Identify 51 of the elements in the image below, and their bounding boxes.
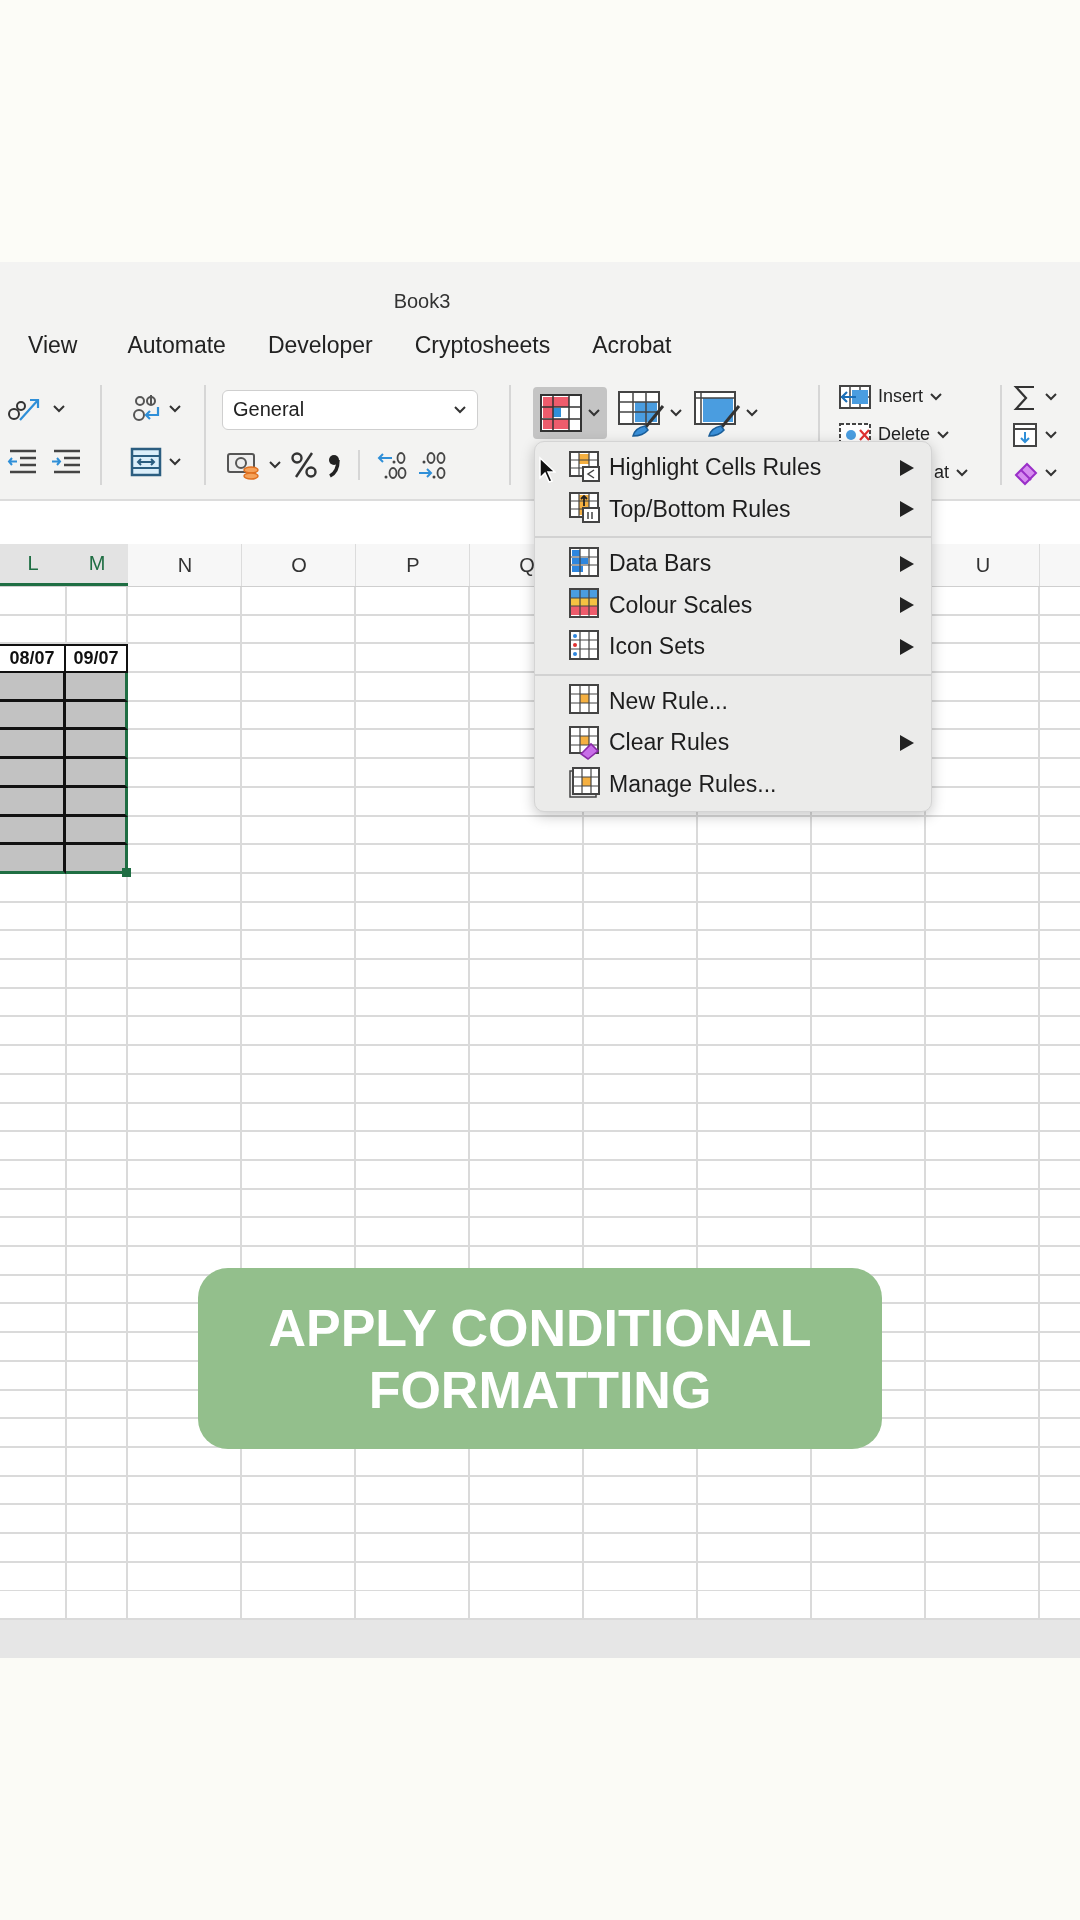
menu-item[interactable]: Manage Rules...	[601, 770, 777, 798]
menu-item[interactable]: Top/Bottom Rules	[601, 495, 791, 523]
cursor-icon	[538, 456, 556, 484]
caret-icon[interactable]	[268, 459, 282, 470]
insert-button[interactable]: Insert	[838, 380, 1000, 413]
table-cell: 08/07	[0, 644, 66, 674]
clear-rules-icon	[569, 725, 601, 760]
column-header[interactable]: L	[0, 544, 66, 586]
ribbon-tab[interactable]: Acrobat	[571, 331, 693, 359]
window-title: Book3	[393, 290, 451, 314]
caret-icon[interactable]	[669, 407, 683, 418]
caret-icon[interactable]	[745, 407, 759, 418]
conditional-formatting-icon	[539, 392, 583, 433]
menu-item[interactable]: Highlight Cells Rules	[601, 454, 822, 482]
decrease-decimal-icon[interactable]	[376, 449, 408, 480]
conditional-formatting-button[interactable]	[533, 386, 607, 439]
percent-icon[interactable]	[290, 449, 318, 480]
caret-icon[interactable]	[929, 391, 944, 402]
column-header[interactable]: P	[356, 544, 470, 586]
column-header[interactable]: N	[128, 544, 242, 586]
ribbon-tab[interactable]: Cryptosheets	[393, 331, 572, 359]
caption-banner: APPLY CONDITIONAL FORMATTING	[198, 1268, 882, 1449]
caret-icon[interactable]	[936, 429, 951, 440]
highlight-rules-icon	[569, 450, 601, 485]
number-format-dropdown[interactable]: General	[222, 389, 478, 430]
merge-cells-icon[interactable]	[130, 446, 162, 477]
insert-cells-icon	[838, 383, 872, 410]
column-header[interactable]: O	[242, 544, 356, 586]
menu-item[interactable]: Icon Sets	[601, 633, 705, 661]
caret-icon[interactable]	[168, 456, 182, 467]
increase-decimal-icon[interactable]	[416, 449, 448, 480]
caret-icon[interactable]	[52, 403, 66, 414]
caret-icon[interactable]	[168, 403, 182, 414]
caret-icon[interactable]	[453, 404, 467, 415]
ribbon-tab[interactable]: Automate	[106, 331, 247, 359]
ribbon-tab[interactable]: Developer	[246, 331, 394, 359]
caret-icon[interactable]	[587, 407, 601, 418]
caret-icon[interactable]	[955, 467, 969, 478]
ribbon-tab[interactable]: View	[26, 331, 99, 359]
caret-icon[interactable]	[1044, 429, 1058, 440]
table-cell: 09/07	[66, 644, 128, 674]
fill-handle[interactable]	[122, 867, 131, 877]
menu-item[interactable]: New Rule...	[601, 687, 728, 715]
menu-item[interactable]: Data Bars	[601, 550, 712, 578]
caret-icon[interactable]	[1044, 467, 1058, 478]
column-header[interactable]: M	[66, 544, 128, 586]
fill-down-icon[interactable]	[1012, 420, 1038, 449]
caret-icon[interactable]	[1044, 391, 1058, 402]
menu-item[interactable]: Colour Scales	[601, 591, 753, 619]
format-button[interactable]: at	[838, 456, 1000, 489]
menu-item[interactable]: Clear Rules	[601, 729, 730, 757]
